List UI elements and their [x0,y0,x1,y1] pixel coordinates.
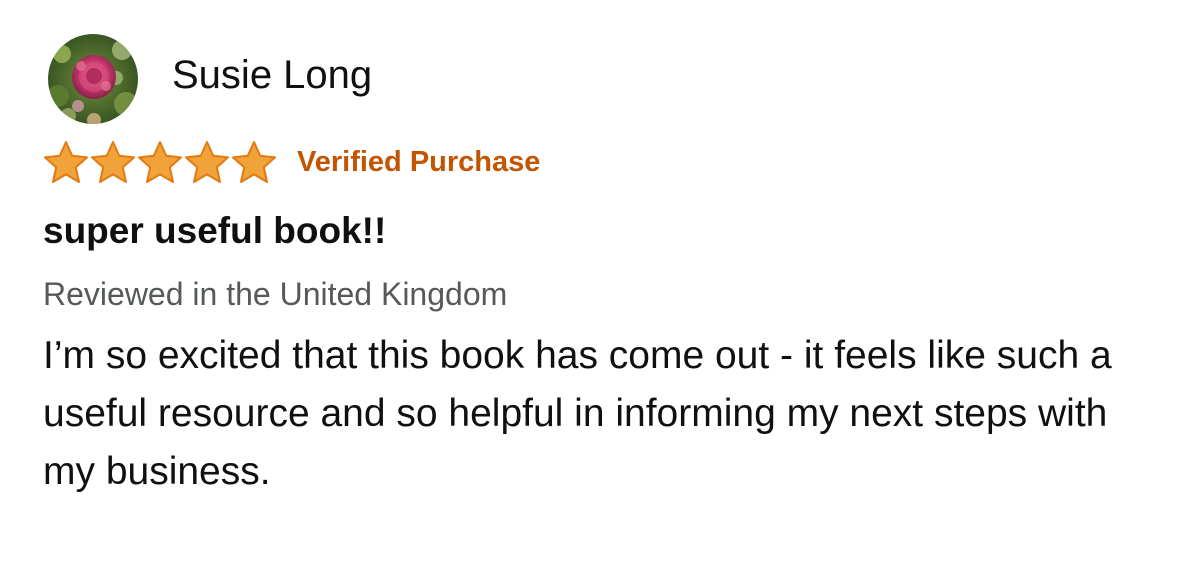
star-icon [89,139,137,185]
avatar[interactable] [48,34,138,124]
rating-row: Verified Purchase [42,138,540,186]
review-location: Reviewed in the United Kingdom [43,276,508,312]
star-icon [183,139,231,185]
flower-avatar-icon [48,34,138,124]
reviewer-profile[interactable]: Susie Long [48,33,372,125]
review-card: Susie Long Verified Purchase super usefu… [0,0,1179,563]
star-icon [136,139,184,185]
star-icon [42,139,90,185]
reviewer-name[interactable]: Susie Long [172,51,372,99]
verified-purchase-badge: Verified Purchase [297,146,541,178]
review-title[interactable]: super useful book!! [43,208,386,254]
review-body: I’m so excited that this book has come o… [43,334,1112,493]
star-icon [230,139,278,185]
star-rating[interactable] [42,139,277,185]
